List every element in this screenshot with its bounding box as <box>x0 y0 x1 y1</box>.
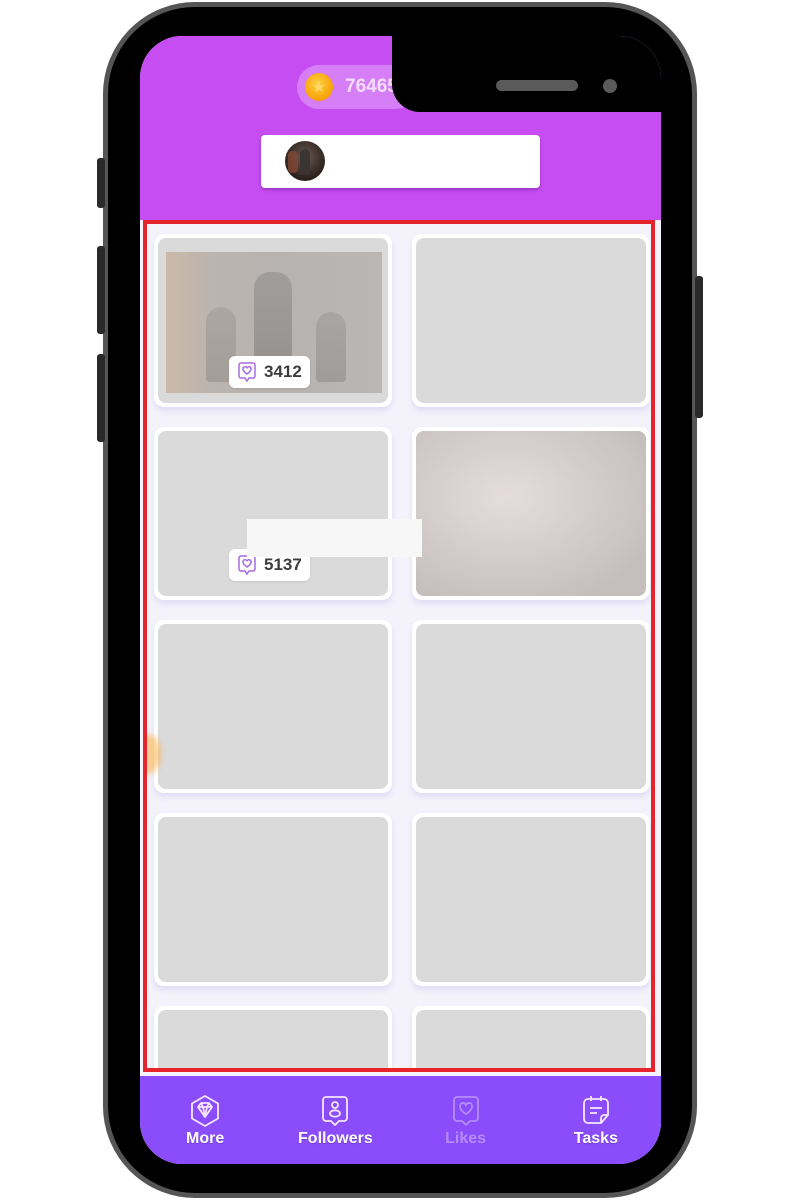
post-thumbnail-placeholder <box>158 624 388 789</box>
post-card[interactable] <box>412 1006 650 1068</box>
follower-icon <box>322 1096 349 1126</box>
nav-item-tasks[interactable]: Tasks <box>536 1076 656 1148</box>
post-thumbnail: 3412 <box>158 238 388 403</box>
side-button-volume-down <box>97 354 105 442</box>
likes-count: 5137 <box>264 555 302 574</box>
post-card[interactable] <box>412 620 650 793</box>
side-button-power <box>695 276 703 418</box>
post-card[interactable] <box>154 620 392 793</box>
nav-item-more[interactable]: More <box>145 1076 265 1148</box>
post-thumbnail-placeholder <box>416 817 646 982</box>
like-bubble-icon <box>238 362 256 383</box>
post-thumbnail-placeholder <box>158 817 388 982</box>
likes-count: 3412 <box>264 362 302 381</box>
speaker-grille <box>496 80 578 91</box>
post-card[interactable] <box>412 813 650 986</box>
coins-value: 76465 <box>345 76 398 97</box>
post-thumbnail-placeholder <box>416 238 646 403</box>
loading-overlay <box>247 519 422 557</box>
phone-notch <box>392 36 661 112</box>
post-card[interactable] <box>154 1006 392 1068</box>
posts-grid-container: 3412 5137 <box>143 220 655 1072</box>
nav-item-likes[interactable]: Likes <box>406 1076 526 1148</box>
nav-label-followers: Followers <box>298 1130 373 1147</box>
tasks-icon <box>582 1096 609 1124</box>
side-button-volume-up <box>97 246 105 334</box>
post-card[interactable]: 3412 <box>154 234 392 407</box>
post-thumbnail-placeholder: 5137 <box>158 431 388 596</box>
post-thumbnail-placeholder <box>416 1010 646 1068</box>
bottom-navigation: More Followers Likes Tasks <box>140 1076 661 1164</box>
post-card[interactable]: 5137 <box>154 427 392 600</box>
profile-selector[interactable] <box>261 135 540 188</box>
nav-label-tasks: Tasks <box>573 1130 618 1147</box>
side-button-silent <box>97 158 105 208</box>
post-thumbnail-placeholder <box>416 624 646 789</box>
likes-badge: 3412 <box>229 356 310 388</box>
like-bubble-icon <box>238 555 256 576</box>
coin-icon: ★ <box>305 73 333 101</box>
image-figure <box>316 312 346 382</box>
avatar <box>285 141 325 181</box>
posts-grid: 3412 5137 <box>154 234 651 1068</box>
post-thumbnail <box>416 431 646 596</box>
post-card[interactable] <box>412 234 650 407</box>
nav-item-followers[interactable]: Followers <box>275 1076 395 1148</box>
post-image <box>416 431 646 596</box>
app-screen: ★ 76465 0 <box>140 36 661 1164</box>
post-card[interactable] <box>154 813 392 986</box>
post-thumbnail-placeholder <box>158 1010 388 1068</box>
diamond-hex-icon <box>191 1095 220 1127</box>
post-card[interactable] <box>412 427 650 600</box>
nav-label-likes: Likes <box>445 1130 487 1147</box>
nav-label-more: More <box>186 1130 225 1147</box>
front-camera <box>603 79 617 93</box>
heart-icon <box>452 1096 479 1126</box>
